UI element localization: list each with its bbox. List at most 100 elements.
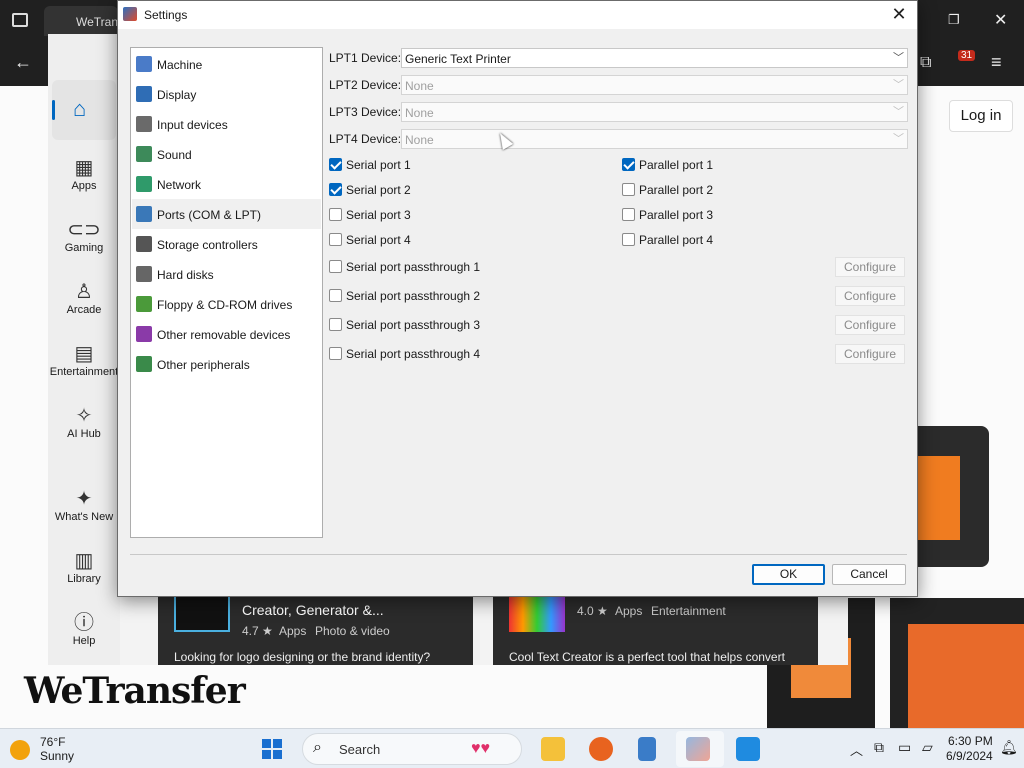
display-icon[interactable]: ▭	[898, 739, 911, 756]
category-display[interactable]: Display	[132, 79, 321, 109]
serial-port-4-checkbox[interactable]	[329, 233, 342, 246]
category-label: Other removable devices	[157, 328, 291, 342]
category-label: Sound	[157, 148, 192, 162]
category-sound[interactable]: Sound	[132, 139, 321, 169]
passthrough-3-configure-button[interactable]: Configure	[835, 315, 905, 335]
passthrough-1-checkbox[interactable]	[329, 260, 342, 273]
clock-date[interactable]: 6/9/2024	[946, 749, 993, 763]
lpt2-device-select[interactable]: None ﹀	[401, 75, 908, 95]
app-subcategory: Entertainment	[651, 604, 726, 618]
nav-arcade[interactable]: ♙ Arcade	[48, 280, 120, 316]
browser-tab[interactable]: WeTran	[44, 6, 118, 36]
back-arrow-icon[interactable]: ←	[14, 52, 32, 73]
mouse-icon	[136, 116, 152, 132]
nav-library[interactable]: ▥ Library	[48, 549, 120, 585]
nav-label: Apps	[71, 180, 97, 192]
nav-entertainment[interactable]: ▤ Entertainment	[48, 342, 120, 378]
category-storage-controllers[interactable]: Storage controllers	[132, 229, 321, 259]
home-icon: ⌂	[73, 96, 87, 121]
tab-title: WeTran	[76, 15, 119, 29]
search-box[interactable]: ⌕ Search ♥♥	[302, 733, 522, 765]
notepad-icon[interactable]	[638, 737, 656, 761]
notification-bell-icon[interactable]: 🔔︎	[1000, 739, 1018, 756]
passthrough-3-label: Serial port passthrough 3	[346, 318, 481, 332]
lpt3-device-select[interactable]: None ﹀	[401, 102, 908, 122]
machine-icon	[136, 56, 152, 72]
passthrough-3-checkbox[interactable]	[329, 318, 342, 331]
category-floppy-cdrom[interactable]: Floppy & CD-ROM drives	[132, 289, 321, 319]
category-hard-disks[interactable]: Hard disks	[132, 259, 321, 289]
notification-badge[interactable]: 31	[958, 50, 976, 61]
store-sidebar: ⌂ ▦ Apps ⊂⊃ Gaming ♙ Arcade ▤ Entertainment …	[48, 34, 120, 665]
close-icon[interactable]: ✕	[887, 3, 911, 25]
lpt1-device-select[interactable]: Generic Text Printer ﹀	[401, 48, 908, 68]
category-label: Machine	[157, 58, 203, 72]
category-label: Other peripherals	[157, 358, 250, 372]
lpt2-value: None	[405, 79, 434, 93]
library-icon: ▥	[74, 550, 94, 572]
peripherals-icon	[136, 356, 152, 372]
app-title: Creator, Generator &...	[242, 602, 384, 618]
menu-icon[interactable]: ≡	[991, 52, 1002, 73]
start-icon[interactable]	[262, 739, 282, 759]
file-explorer-icon[interactable]	[541, 737, 565, 761]
nav-help[interactable]: ⓘ Help	[48, 611, 120, 647]
category-label: Storage controllers	[157, 238, 258, 252]
clock-time[interactable]: 6:30 PM	[948, 734, 993, 748]
network-icon[interactable]: ⧉	[874, 739, 884, 756]
window-close-icon[interactable]: ✕	[994, 10, 1007, 30]
category-ports[interactable]: Ports (COM & LPT)	[132, 199, 321, 229]
nav-whats-new[interactable]: ✦ What's New	[48, 487, 120, 523]
window-restore-icon[interactable]: ❐	[948, 12, 960, 28]
passthrough-4-configure-button[interactable]: Configure	[835, 344, 905, 364]
dialog-titlebar[interactable]: Settings ✕	[118, 1, 917, 29]
serial-port-1-checkbox[interactable]	[329, 158, 342, 171]
floppy-icon	[136, 296, 152, 312]
parallel-port-1-checkbox[interactable]	[622, 158, 635, 171]
category-other-peripherals[interactable]: Other peripherals	[132, 349, 321, 379]
lpt4-device-select[interactable]: None ﹀	[401, 129, 908, 149]
battery-icon[interactable]: ▱	[922, 739, 933, 756]
category-removable-devices[interactable]: Other removable devices	[132, 319, 321, 349]
passthrough-4-label: Serial port passthrough 4	[346, 347, 481, 361]
weather-sun-icon[interactable]	[10, 740, 30, 760]
display-icon	[136, 86, 152, 102]
login-button[interactable]: Log in	[949, 100, 1013, 132]
passthrough-2-configure-button[interactable]: Configure	[835, 286, 905, 306]
app-rating: 4.0 ★	[577, 604, 608, 618]
nav-home-active[interactable]: ⌂	[52, 80, 116, 140]
firefox-icon[interactable]	[589, 737, 613, 761]
chevron-up-icon[interactable]: ︿	[850, 740, 863, 759]
wetransfer-logo: WeTransfer	[24, 670, 246, 712]
nav-apps[interactable]: ▦ Apps	[48, 156, 120, 192]
passthrough-4-checkbox[interactable]	[329, 347, 342, 360]
passthrough-1-configure-button[interactable]: Configure	[835, 257, 905, 277]
category-label: Ports (COM & LPT)	[157, 208, 262, 222]
nav-label: Library	[67, 573, 101, 585]
parallel-port-4-checkbox[interactable]	[622, 233, 635, 246]
passthrough-2-checkbox[interactable]	[329, 289, 342, 302]
thumbnail-image	[908, 624, 1024, 728]
app-description: Looking for logo designing or the brand …	[174, 650, 431, 664]
extensions-icon[interactable]: ⧉	[920, 54, 931, 72]
nav-gaming[interactable]: ⊂⊃ Gaming	[48, 218, 120, 254]
tab-overview-icon[interactable]	[12, 13, 28, 27]
store-taskbar-icon[interactable]	[736, 737, 760, 761]
passthrough-1-label: Serial port passthrough 1	[346, 260, 481, 274]
promo-card	[918, 426, 989, 567]
category-label: Network	[157, 178, 202, 192]
category-input-devices[interactable]: Input devices	[132, 109, 321, 139]
serial-port-2-checkbox[interactable]	[329, 183, 342, 196]
promo-image	[918, 456, 960, 540]
app-category: Apps	[279, 624, 307, 638]
nav-ai-hub[interactable]: ✧ AI Hub	[48, 404, 120, 440]
category-network[interactable]: Network	[132, 169, 321, 199]
serial-port-3-checkbox[interactable]	[329, 208, 342, 221]
category-label: Display	[157, 88, 197, 102]
ok-button[interactable]: OK	[752, 564, 825, 585]
cancel-button[interactable]: Cancel	[832, 564, 906, 585]
parallel-port-3-checkbox[interactable]	[622, 208, 635, 221]
active-app-indicator	[676, 731, 724, 767]
category-machine[interactable]: Machine	[132, 49, 321, 79]
parallel-port-2-checkbox[interactable]	[622, 183, 635, 196]
